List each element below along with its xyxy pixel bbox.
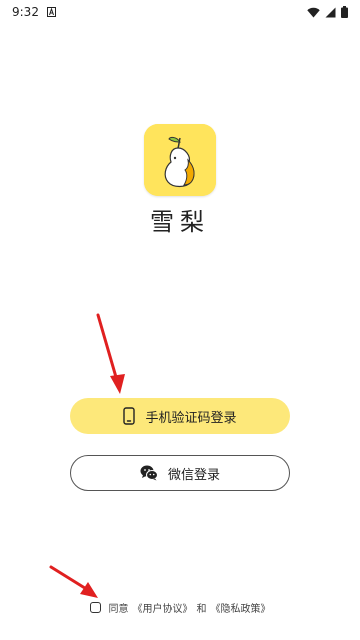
agreement-row: 同意 《用户协议》 和 《隐私政策》 [0,600,360,615]
agreement-checkbox[interactable] [89,602,101,613]
wechat-login-label: 微信登录 [167,467,220,483]
wechat-icon [140,465,158,481]
status-bar: 9:32 [0,0,360,24]
phone-icon [123,407,136,425]
user-agreement-link[interactable]: 《用户协议》 [133,600,193,615]
app-name: 雪梨 [150,208,210,236]
agree-text: 同意 [108,604,129,615]
status-left: 9:32 [12,5,56,19]
pear-logo-icon [144,124,216,196]
arrow-to-agreement-checkbox [49,565,98,598]
a-letter-icon [46,7,56,17]
phone-login-label: 手机验证码登录 [145,410,237,426]
privacy-policy-link[interactable]: 《隐私政策》 [211,600,271,615]
wechat-login-button[interactable]: 微信登录 [70,455,290,491]
battery-icon [341,6,348,18]
arrow-to-phone-login [96,313,125,394]
status-right [307,6,348,18]
signal-icon [325,7,336,18]
wifi-icon [307,7,320,18]
and-text: 和 [196,604,207,615]
phone-verification-login-button[interactable]: 手机验证码登录 [70,398,290,434]
status-time: 9:32 [12,5,39,19]
login-screen: 9:32 雪梨 手机验证码登录 微信登录 同意 《用户协议》 和 《隐私政策》 [0,0,360,640]
